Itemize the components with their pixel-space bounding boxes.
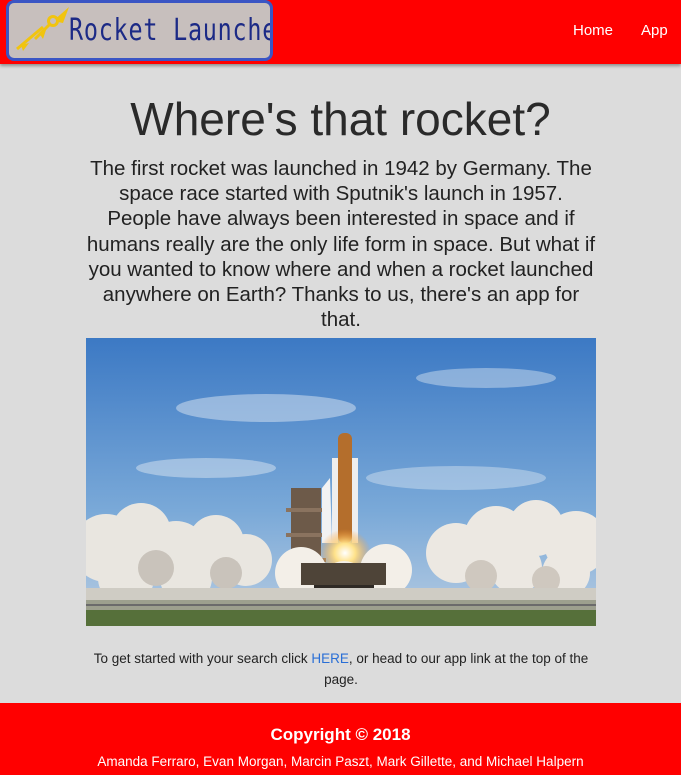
space-shuttle-launch-photo	[86, 338, 596, 626]
logo-text: Rocket Launcher	[69, 13, 273, 48]
nav-link-home[interactable]: Home	[573, 22, 613, 39]
here-link[interactable]: HERE	[311, 651, 349, 666]
cta-text-after: , or head to our app link at the top of …	[324, 651, 589, 687]
site-logo[interactable]: Rocket Launcher	[6, 0, 273, 61]
intro-paragraph: The first rocket was launched in 1942 by…	[86, 157, 596, 332]
copyright: Copyright © 2018	[270, 725, 411, 744]
navbar: Rocket Launcher Home App	[0, 0, 681, 64]
rocket-icon	[16, 6, 69, 51]
nav-link-app[interactable]: App	[641, 22, 668, 39]
get-started-text: To get started with your search click HE…	[90, 648, 592, 690]
page-title: Where's that rocket?	[130, 93, 551, 145]
footer: Copyright © 2018 Amanda Ferraro, Evan Mo…	[0, 703, 681, 775]
authors: Amanda Ferraro, Evan Morgan, Marcin Pasz…	[97, 754, 584, 769]
cta-text-before: To get started with your search click	[93, 651, 312, 666]
